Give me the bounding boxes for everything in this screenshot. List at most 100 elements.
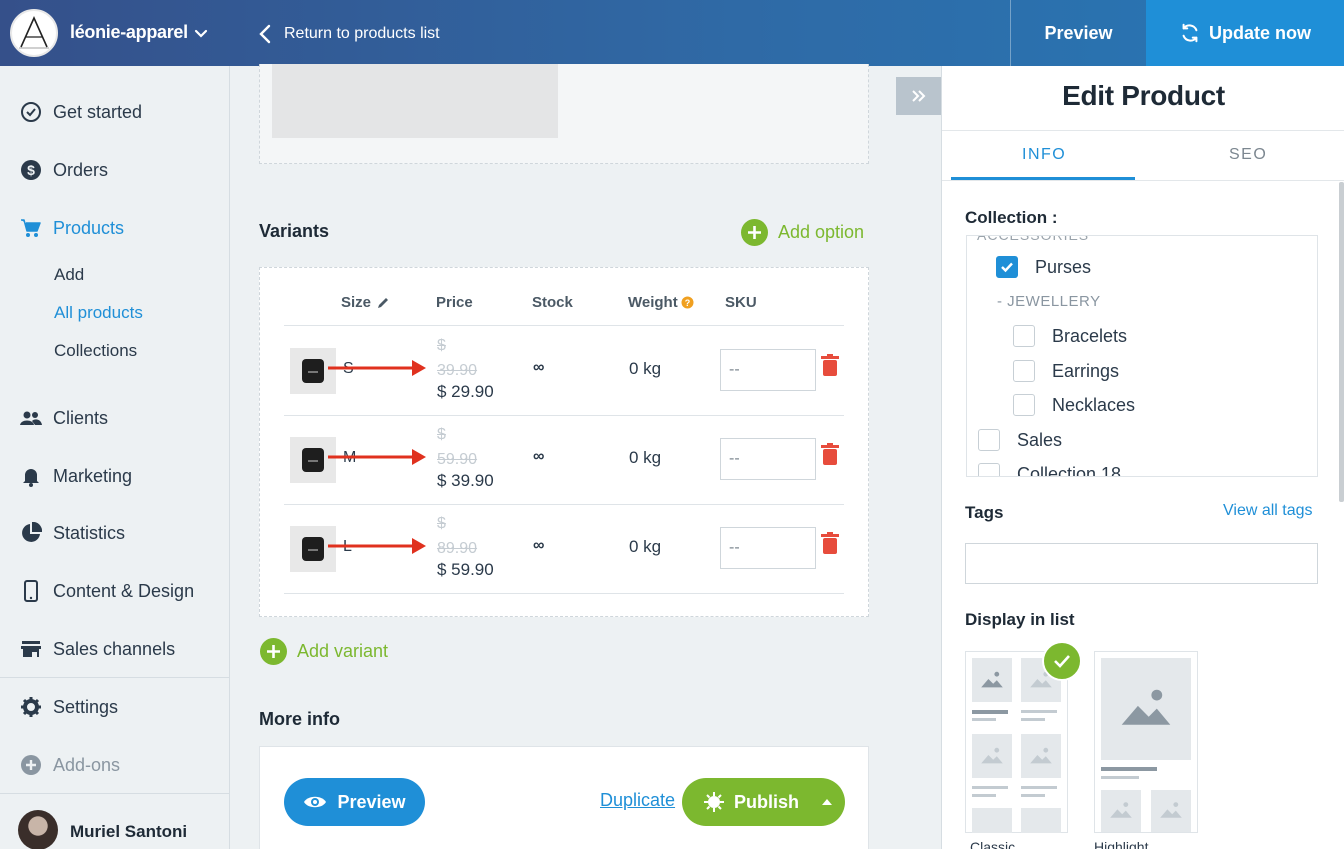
sidebar-item-label: Get started (53, 101, 143, 122)
column-header-weight: Weight ? (628, 294, 694, 311)
refresh-icon (1182, 23, 1198, 43)
caret-up-icon[interactable] (822, 798, 832, 806)
return-to-products-link[interactable]: Return to products list (256, 20, 440, 48)
collection-option-bracelets[interactable]: Bracelets (1013, 325, 1127, 347)
variant-weight[interactable]: 0 kg (629, 537, 661, 557)
sidebar-item-settings[interactable]: Settings (0, 687, 230, 727)
edit-product-panel: Edit Product INFO SEO Collection : ACCES… (941, 66, 1344, 849)
cart-icon (19, 216, 43, 240)
sku-input[interactable]: -- (720, 349, 816, 391)
sidebar-item-statistics[interactable]: Statistics (0, 513, 230, 553)
sku-input[interactable]: -- (720, 527, 816, 569)
price-value: 89.90 (437, 540, 478, 557)
sidebar-item-products[interactable]: Products (0, 208, 230, 248)
add-variant-button[interactable]: Add variant (260, 638, 388, 665)
duplicate-link[interactable]: Duplicate (600, 790, 675, 811)
variant-weight[interactable]: 0 kg (629, 448, 661, 468)
collection-option-label: Purses (1035, 256, 1092, 277)
people-icon (19, 406, 43, 430)
checkbox[interactable] (978, 463, 1000, 476)
trash-icon[interactable] (821, 443, 839, 465)
store-logo[interactable] (10, 9, 58, 57)
sidebar-subitem-collections[interactable]: Collections (54, 341, 137, 361)
text-line (1021, 786, 1057, 789)
variants-title: Variants (259, 221, 330, 241)
image-placeholder-icon (972, 734, 1012, 778)
collection-option-collection-18[interactable]: Collection 18 (978, 463, 1121, 476)
checkbox-checked[interactable] (996, 256, 1018, 278)
add-option-label: Add option (778, 222, 865, 242)
tags-input[interactable] (965, 543, 1318, 584)
sidebar-item-sales-channels[interactable]: Sales channels (0, 629, 230, 669)
variant-row: M $ 59.90 $ 39.90 ∞ 0 kg -- (260, 415, 870, 504)
checkbox[interactable] (1013, 325, 1035, 347)
image-placeholder-icon (1151, 790, 1191, 832)
variants-table: Size Price Stock Weight ? SKU S $ 39.90 … (259, 267, 869, 617)
sidebar-item-content-design[interactable]: Content & Design (0, 571, 230, 611)
checkbox[interactable] (978, 429, 1000, 451)
add-variant-label: Add variant (297, 641, 389, 661)
price-currency: $ (437, 515, 446, 532)
collection-option-earrings[interactable]: Earrings (1013, 360, 1119, 382)
checkmark-icon (1001, 262, 1013, 273)
variant-row: L $ 89.90 $ 59.90 ∞ 0 kg -- (260, 504, 870, 593)
trash-icon[interactable] (821, 532, 839, 554)
checkbox[interactable] (1013, 360, 1035, 382)
collection-list[interactable]: ACCESSORIES Purses - JEWELLERY Bracelets… (966, 235, 1318, 477)
product-image-placeholder[interactable] (272, 64, 558, 138)
pencil-icon (378, 298, 389, 308)
collection-option-necklaces[interactable]: Necklaces (1013, 394, 1135, 416)
sidebar-item-orders[interactable]: $ Orders (0, 150, 230, 190)
tab-info[interactable]: INFO (1022, 146, 1066, 164)
collection-group-accessories: ACCESSORIES (977, 235, 1090, 243)
tab-seo[interactable]: SEO (1229, 146, 1267, 164)
variant-weight[interactable]: 0 kg (629, 359, 661, 379)
text-line (1101, 767, 1157, 771)
sidebar-item-clients[interactable]: Clients (0, 398, 230, 438)
sidebar-item-add-ons[interactable]: Add-ons (0, 745, 230, 785)
sidebar-item-get-started[interactable]: Get started (0, 92, 230, 132)
view-all-tags-link[interactable]: View all tags (1223, 502, 1313, 520)
collection-option-sales[interactable]: Sales (978, 429, 1062, 451)
collection-label: Collection : (965, 208, 1058, 227)
store-name[interactable]: léonie-apparel (70, 22, 188, 43)
variant-stock[interactable]: ∞ (533, 448, 544, 466)
preview-top-button[interactable]: Preview (1010, 0, 1146, 66)
panel-scrollbar[interactable] (1339, 182, 1344, 502)
variant-stock[interactable]: ∞ (533, 359, 544, 377)
trash-icon[interactable] (821, 354, 839, 376)
collection-option-purses[interactable]: Purses (996, 256, 1091, 278)
sidebar-subitem-all-products[interactable]: All products (54, 303, 143, 323)
store-icon (19, 637, 43, 661)
preview-button[interactable]: Preview (284, 778, 425, 826)
text-line (972, 710, 1008, 714)
collection-group-jewellery: - JEWELLERY (997, 293, 1101, 310)
double-chevron-right-icon (911, 90, 925, 102)
collection-option-label: Earrings (1052, 360, 1120, 381)
sidebar-item-label: Orders (53, 159, 109, 180)
update-now-button[interactable]: Update now (1146, 0, 1344, 66)
text-line (972, 786, 1008, 789)
add-option-button[interactable]: Add option (741, 219, 864, 246)
column-header-stock: Stock (532, 294, 573, 311)
display-in-list-label: Display in list (965, 610, 1075, 629)
sku-input[interactable]: -- (720, 438, 816, 480)
collapse-panel-button[interactable] (896, 77, 941, 115)
sidebar-item-marketing[interactable]: Marketing (0, 456, 230, 496)
chevron-down-icon[interactable] (192, 25, 210, 43)
layout-option-highlight[interactable] (1094, 651, 1198, 833)
svg-text:$: $ (27, 162, 35, 178)
sidebar-subitem-add[interactable]: Add (54, 265, 84, 285)
avatar (18, 810, 58, 849)
eye-icon (304, 796, 327, 808)
help-icon[interactable]: ? (681, 296, 694, 309)
user-profile[interactable]: Muriel Santoni (0, 794, 229, 849)
checkbox[interactable] (1013, 394, 1035, 416)
column-header-size[interactable]: Size (341, 294, 390, 311)
publish-button[interactable]: Publish (682, 778, 845, 826)
purse-image (302, 448, 324, 472)
plus-circle-icon (19, 753, 43, 777)
variant-stock[interactable]: ∞ (533, 537, 544, 555)
sidebar-item-label: Settings (53, 696, 119, 717)
original-price: $ 89.90 (437, 511, 497, 561)
